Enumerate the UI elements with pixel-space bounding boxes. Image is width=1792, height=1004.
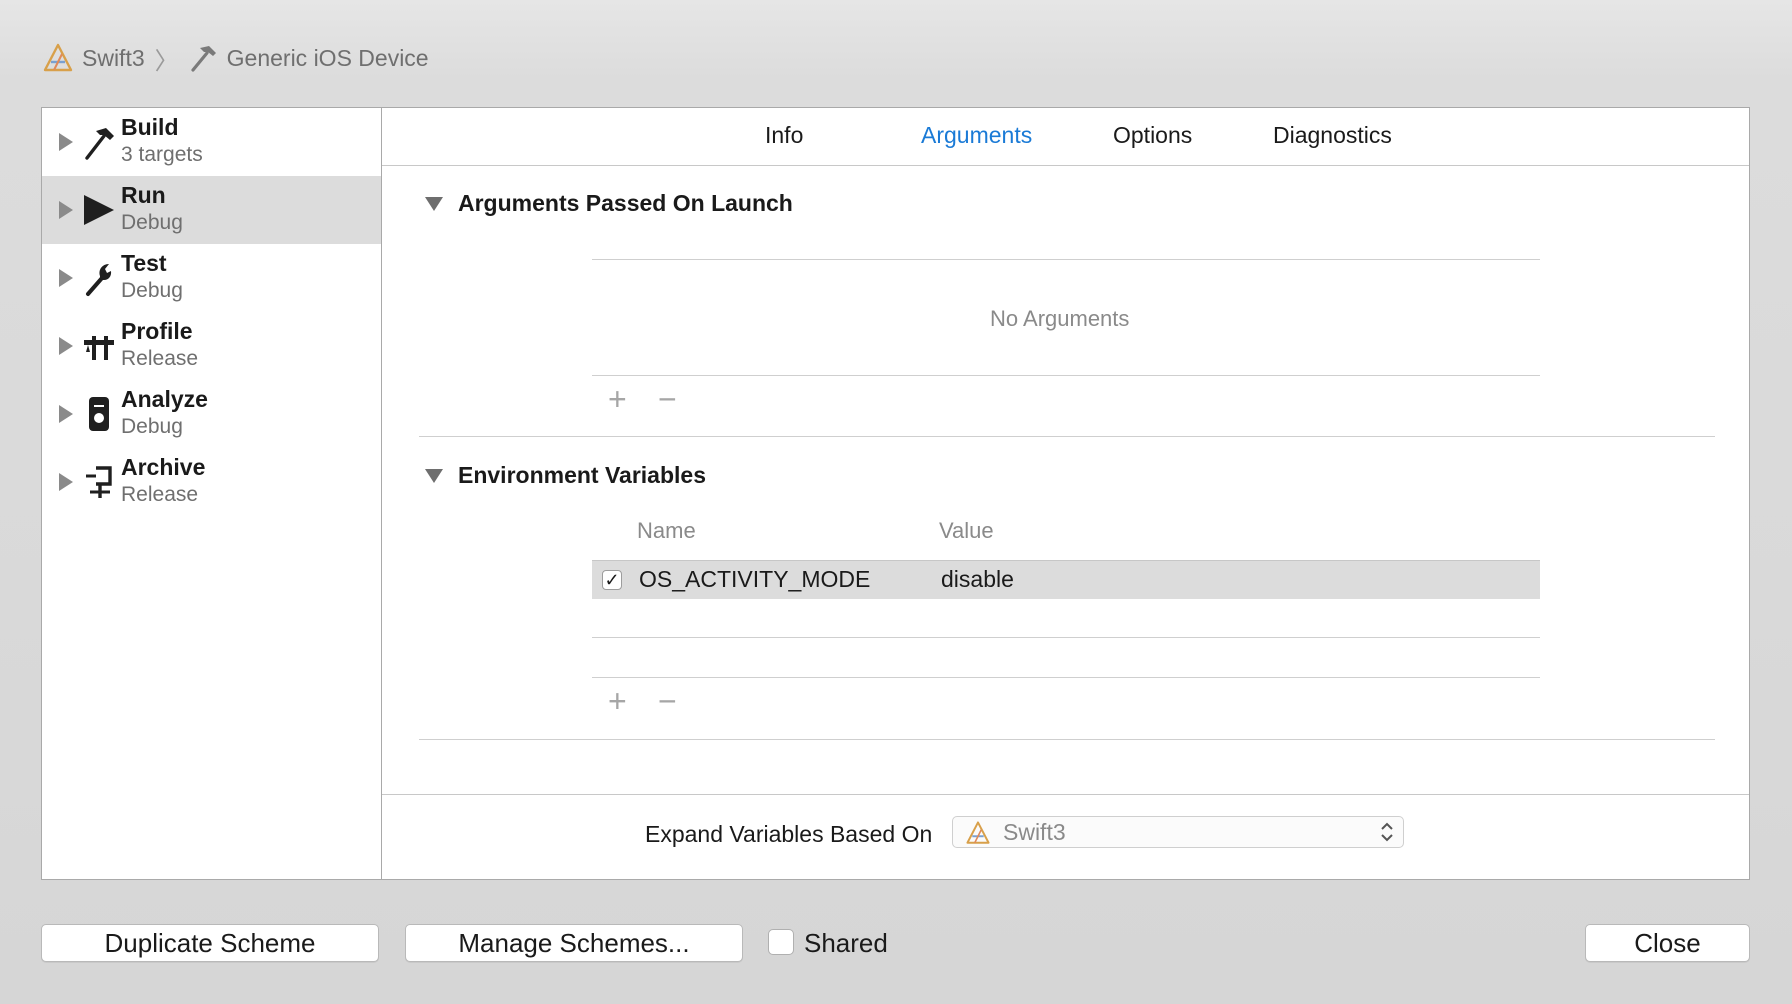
sidebar-item-title: Build: [121, 114, 179, 140]
sidebar-item-analyze[interactable]: Analyze Debug: [42, 380, 381, 448]
disclosure-triangle-icon[interactable]: [59, 269, 73, 287]
scheme-editor-panel: Build 3 targets Run Debug Test Debug Pro…: [41, 107, 1750, 880]
env-name-cell[interactable]: OS_ACTIVITY_MODE: [639, 566, 870, 593]
sidebar-item-build[interactable]: Build 3 targets: [42, 108, 381, 176]
no-arguments-text: No Arguments: [990, 306, 1130, 331]
archive-icon: [86, 466, 112, 498]
sidebar-item-archive[interactable]: Archive Release: [42, 448, 381, 516]
sidebar-item-title: Run: [121, 182, 166, 208]
value-column-header[interactable]: Value: [939, 518, 994, 544]
disclosure-triangle-icon[interactable]: [425, 469, 443, 483]
analyze-icon: [89, 397, 109, 431]
shared-checkbox[interactable]: [768, 929, 794, 955]
sidebar-item-subtitle: Release: [121, 347, 199, 370]
tab-diagnostics[interactable]: Diagnostics: [1273, 122, 1392, 149]
divider: [592, 259, 1540, 260]
wrench-icon: [86, 264, 112, 296]
disclosure-triangle-icon[interactable]: [59, 133, 73, 151]
shared-label[interactable]: Shared: [804, 928, 888, 959]
divider: [592, 375, 1540, 376]
breadcrumb-device[interactable]: Generic iOS Device: [187, 42, 429, 74]
disclosure-triangle-icon[interactable]: [59, 405, 73, 423]
sidebar-item-title: Analyze: [121, 386, 208, 412]
expand-variables-select[interactable]: Swift3: [952, 816, 1404, 848]
scheme-content: Info Arguments Options Diagnostics Argum…: [382, 108, 1749, 879]
sidebar-item-subtitle: 3 targets: [121, 143, 203, 166]
breadcrumb-chevron-icon: 〉: [154, 47, 179, 75]
remove-env-button[interactable]: −: [658, 685, 677, 717]
breadcrumb-device-label: Generic iOS Device: [226, 44, 429, 71]
env-enabled-checkbox[interactable]: ✓: [602, 570, 622, 590]
divider: [592, 637, 1540, 638]
disclosure-triangle-icon[interactable]: [59, 473, 73, 491]
xcode-project-icon: [966, 821, 990, 844]
disclosure-triangle-icon[interactable]: [59, 201, 73, 219]
sidebar-item-run[interactable]: Run Debug: [42, 176, 381, 244]
remove-argument-button[interactable]: −: [658, 383, 677, 415]
xcode-project-icon: [43, 43, 73, 72]
play-icon: [84, 195, 114, 225]
expand-variables-label: Expand Variables Based On: [645, 821, 933, 847]
sidebar-item-title: Profile: [121, 318, 193, 344]
hammer-icon: [85, 128, 114, 160]
scheme-actions-sidebar: Build 3 targets Run Debug Test Debug Pro…: [42, 108, 382, 879]
breadcrumb: Swift3 〉 Generic iOS Device: [42, 40, 429, 76]
sidebar-item-subtitle: Debug: [121, 279, 183, 302]
add-argument-button[interactable]: +: [608, 383, 627, 415]
breadcrumb-project-label: Swift3: [82, 44, 145, 71]
instruments-icon: [84, 336, 114, 360]
arguments-section-title: Arguments Passed On Launch: [458, 190, 793, 216]
add-env-button[interactable]: +: [608, 685, 627, 717]
sidebar-item-profile[interactable]: Profile Release: [42, 312, 381, 380]
sidebar-item-title: Test: [121, 250, 167, 276]
sidebar-item-subtitle: Release: [121, 483, 199, 506]
hammer-icon: [191, 46, 216, 72]
sidebar-item-title: Archive: [121, 454, 206, 480]
section-divider: [419, 739, 1715, 740]
env-value-cell[interactable]: disable: [941, 566, 1014, 593]
env-section-title: Environment Variables: [458, 462, 706, 488]
expand-variables-value: Swift3: [1003, 819, 1066, 845]
disclosure-triangle-icon[interactable]: [425, 197, 443, 211]
disclosure-triangle-icon[interactable]: [59, 337, 73, 355]
tab-bar: Info Arguments Options Diagnostics: [382, 108, 1749, 166]
close-button[interactable]: Close: [1585, 924, 1750, 962]
divider: [592, 677, 1540, 678]
sidebar-item-test[interactable]: Test Debug: [42, 244, 381, 312]
chevron-up-down-icon: [1381, 822, 1393, 842]
section-divider: [419, 436, 1715, 437]
sidebar-item-subtitle: Debug: [121, 211, 183, 234]
manage-schemes-button[interactable]: Manage Schemes...: [405, 924, 743, 962]
tab-options[interactable]: Options: [1113, 122, 1192, 149]
duplicate-scheme-button[interactable]: Duplicate Scheme: [41, 924, 379, 962]
tab-info[interactable]: Info: [765, 122, 803, 149]
breadcrumb-project[interactable]: Swift3: [42, 42, 145, 74]
expand-variables-bar: Expand Variables Based On Swift3: [382, 794, 1749, 879]
name-column-header[interactable]: Name: [637, 518, 696, 544]
tab-arguments[interactable]: Arguments: [921, 122, 1032, 149]
sidebar-item-subtitle: Debug: [121, 415, 183, 438]
